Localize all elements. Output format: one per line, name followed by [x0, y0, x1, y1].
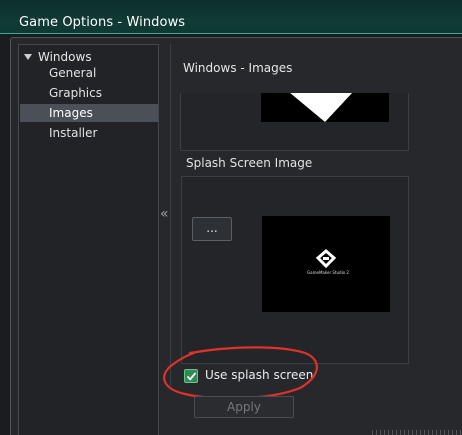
tree-item-images[interactable]: Images: [20, 104, 158, 122]
tree-item-general[interactable]: General: [20, 64, 158, 82]
resize-grip[interactable]: [372, 430, 462, 435]
tree-root-label: Windows: [38, 50, 92, 64]
icon-image-graphic: [290, 93, 353, 122]
tree-item-graphics[interactable]: Graphics: [20, 84, 158, 102]
title-bar: Game Options - Windows: [0, 0, 462, 34]
splash-preview-text: GameMaker Studio 2: [307, 270, 349, 275]
collapse-panel-button[interactable]: «: [160, 206, 169, 222]
options-tree: Windows General Graphics Images Installe…: [18, 44, 159, 435]
icon-image-frame: [180, 93, 409, 151]
check-icon: [186, 372, 197, 381]
gamemaker-logo-icon: [315, 249, 337, 269]
images-scroll-area[interactable]: Splash Screen Image ... GameMaker Studio…: [175, 93, 462, 386]
use-splash-checkbox[interactable]: [184, 369, 198, 383]
browse-splash-button[interactable]: ...: [192, 217, 232, 241]
icon-image-preview: [261, 93, 389, 122]
tree-item-installer[interactable]: Installer: [20, 124, 158, 142]
apply-button[interactable]: Apply: [194, 396, 294, 418]
splash-image-frame: ... GameMaker Studio 2: [181, 176, 409, 364]
panel-header: Windows - Images: [183, 61, 293, 75]
splash-image-preview: GameMaker Studio 2: [262, 216, 390, 312]
splash-section-label: Splash Screen Image: [186, 156, 313, 170]
window-title: Game Options - Windows: [19, 15, 186, 30]
use-splash-label[interactable]: Use splash screen: [205, 368, 313, 382]
expand-arrow-icon[interactable]: [24, 54, 32, 60]
